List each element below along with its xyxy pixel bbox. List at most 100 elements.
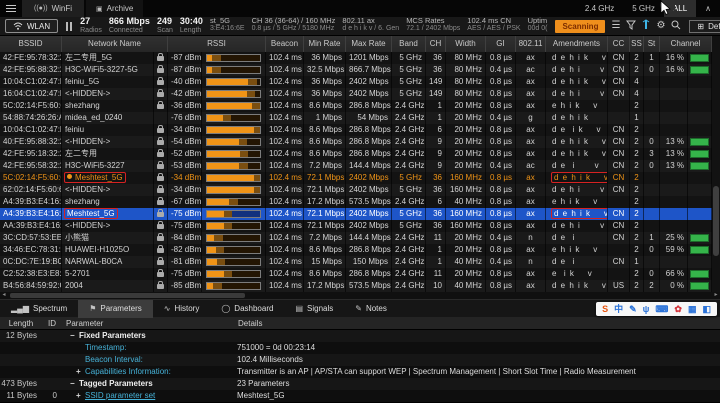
scroll-right-icon[interactable]: ▸ [712, 292, 720, 299]
column-header-802-11[interactable]: 802.11 [516, 36, 546, 52]
settings-gear-icon[interactable]: ⚙ [656, 21, 665, 31]
wlan-adapter-button[interactable]: WLAN [5, 19, 58, 33]
scrollbar-thumb[interactable] [10, 293, 245, 298]
rssi-bar [206, 126, 261, 134]
sogou-logo-icon[interactable]: S [602, 302, 608, 316]
column-header-st[interactable]: St [644, 36, 660, 52]
band-button-24ghz[interactable]: 2.4 GHz [576, 0, 623, 17]
parameter-label[interactable]: Timestamp: [85, 343, 127, 352]
tab-signals[interactable]: ▤Signals [284, 300, 344, 318]
column-header-cc[interactable]: CC [608, 36, 630, 52]
tab-dashboard[interactable]: ◯Dashboard [210, 300, 284, 318]
antenna-icon[interactable] [642, 19, 650, 33]
table-row[interactable]: 10:04:C1:02:47:F1feiniu_5G-40 dBm102.4 m… [0, 76, 712, 88]
column-header-max-rate[interactable]: Max Rate [346, 36, 392, 52]
table-row[interactable]: 16:04:C1:02:47:F1<-HIDDEN->-42 dBm102.4 … [0, 88, 712, 100]
band-button-all[interactable]: ALL [664, 0, 696, 17]
parameter-row[interactable]: Timestamp:751000 = 0d 00:23:14 [0, 342, 720, 354]
scroll-left-icon[interactable]: ◂ [0, 292, 8, 299]
table-row[interactable]: B4:56:84:59:92:CA2004-85 dBm102.4 ms17.2… [0, 280, 712, 292]
expand-icon[interactable]: + [76, 390, 85, 402]
column-header-bssid[interactable]: BSSID [0, 36, 62, 52]
parameter-label[interactable]: Capabilities Information: [85, 367, 171, 376]
rssi-bar [206, 174, 261, 182]
stations-cell [644, 208, 660, 220]
column-header-channel[interactable]: Channel [660, 36, 712, 52]
tab-parameters[interactable]: ⚑Parameters [78, 300, 153, 318]
column-header-id[interactable]: ID [42, 317, 62, 329]
table-row[interactable]: 5C:02:14:F5:60:6Cshezhang-36 dBm102.4 ms… [0, 100, 712, 112]
band-button-5ghz[interactable]: 5 GHz [623, 0, 664, 17]
more-icon[interactable]: ◧ [702, 302, 711, 316]
min-rate-cell: 1 Mbps [304, 112, 346, 124]
column-header-ss[interactable]: SS [630, 36, 644, 52]
table-row[interactable]: 10:04:C1:02:47:F0feiniu-34 dBm102.4 ms8.… [0, 124, 712, 136]
column-header-width[interactable]: Width [446, 36, 486, 52]
skin-icon[interactable]: ✿ [674, 302, 682, 316]
collapse-chevron-icon[interactable]: ∧ [696, 0, 720, 17]
table-row[interactable]: 3C:CD:57:53:EE:1A小熊猫-84 dBm102.4 ms7.2 M… [0, 232, 712, 244]
menu-icon[interactable] [0, 0, 22, 17]
parameter-row[interactable]: 473 Bytes−Tagged Parameters23 Parameters [0, 378, 720, 390]
expand-icon[interactable]: + [76, 366, 85, 378]
tab-notes[interactable]: ✎Notes [344, 300, 398, 318]
table-row[interactable]: AA:39:B3:E4:16:6E<-HIDDEN->-75 dBm102.4 … [0, 220, 712, 232]
table-row[interactable]: 42:FE:95:88:32:29H3C-WiFi5-3227-5G-87 dB… [0, 64, 712, 76]
column-header-network-name[interactable]: Network Name [62, 36, 168, 52]
table-row[interactable]: 40:FE:95:88:32:29<-HIDDEN->-54 dBm102.4 … [0, 136, 712, 148]
column-header-amendments[interactable]: Amendments [546, 36, 608, 52]
parameter-row[interactable]: Beacon Interval:102.4 Milliseconds [0, 354, 720, 366]
table-row[interactable]: 54:88:74:26:26:A9midea_ed_0240-76 dBm102… [0, 112, 712, 124]
table-row[interactable]: 42:FE:95:58:32:29H3C-WiFi5-3227-53 dBm10… [0, 160, 712, 172]
search-icon[interactable] [671, 20, 681, 33]
tab-label: Spectrum [33, 304, 67, 313]
column-header-band[interactable]: Band [392, 36, 426, 52]
column-header-gi[interactable]: GI [486, 36, 516, 52]
network-name: Meshtest_5G [65, 209, 117, 218]
country-cell: CN [608, 232, 630, 244]
table-row[interactable]: A4:39:B3:E4:16:6Fshezhang-67 dBm102.4 ms… [0, 196, 712, 208]
table-row[interactable]: 42:FE:95:78:32:29左二专用_5G-87 dBm102.4 ms3… [0, 52, 712, 64]
keyboard-icon[interactable]: ⌨ [655, 302, 668, 316]
voice-icon[interactable]: ψ [643, 302, 650, 316]
column-header-details[interactable]: Details [234, 317, 720, 329]
apps-icon[interactable]: ▦ [688, 302, 697, 316]
handwriting-icon[interactable]: ✎ [629, 302, 637, 316]
table-row[interactable]: A4:39:B3:E4:16:6EMeshtest_5G-75 dBm102.4… [0, 208, 712, 220]
tab-winfi[interactable]: ((●)) WinFi [22, 0, 84, 17]
tab-archive[interactable]: ▣ Archive [86, 0, 143, 17]
chinese-mode-icon[interactable]: 中 [614, 302, 623, 316]
table-row[interactable]: 62:02:14:F5:60:68<-HIDDEN->-34 dBm102.4 … [0, 184, 712, 196]
column-header-min-rate[interactable]: Min Rate [304, 36, 346, 52]
parameter-label[interactable]: SSID parameter set [85, 391, 155, 400]
filter-icon[interactable] [626, 20, 636, 33]
parameter-label[interactable]: Beacon Interval: [85, 355, 143, 364]
columns-icon[interactable]: ☰ [611, 21, 620, 31]
tab-spectrum[interactable]: ▂▄▆Spectrum [0, 300, 78, 318]
column-header-ch[interactable]: CH [426, 36, 446, 52]
table-row[interactable]: 0C:DC:7E:19:B0:C9NARWAL-B0CA-81 dBm102.4… [0, 256, 712, 268]
column-header-length[interactable]: Length [0, 317, 42, 329]
parameter-row[interactable]: 12 Bytes−Fixed Parameters [0, 330, 720, 342]
table-row[interactable]: C2:52:38:E3:E8:A25-2701-75 dBm102.4 ms8.… [0, 268, 712, 280]
table-row[interactable]: 5C:02:14:F5:60:68Meshtest_5G-34 dBm102.4… [0, 172, 712, 184]
collapse-icon[interactable]: − [70, 378, 79, 390]
pause-button[interactable] [64, 22, 74, 31]
horizontal-scrollbar[interactable]: ◂ ▸ [0, 292, 720, 299]
spatial-streams-cell: 2 [630, 148, 644, 160]
parameter-row[interactable]: +Capabilities Information:Transmitter is… [0, 366, 720, 378]
scanning-button[interactable]: Scanning [555, 20, 605, 33]
vertical-scrollbar[interactable] [712, 36, 720, 292]
default-view-dropdown[interactable]: ⊞ Default View [689, 20, 720, 33]
column-header-parameter[interactable]: Parameter [62, 317, 234, 329]
table-row[interactable]: 34:46:EC:78:31:5CHUAWEI-H1025O-82 dBm102… [0, 244, 712, 256]
parameter-row[interactable]: 11 Bytes0+SSID parameter setMeshtest_5G [0, 390, 720, 402]
column-header-rssi[interactable]: RSSI [168, 36, 266, 52]
column-header-beacon[interactable]: Beacon [266, 36, 304, 52]
toolbar-stat: 802.11 axd e h i k v / 6. Gen [342, 16, 399, 35]
gi-cell: 0.8 µs [486, 196, 516, 208]
table-row[interactable]: 42:FE:95:18:32:29左二专用-52 dBm102.4 ms8.6 … [0, 148, 712, 160]
band-cell: 5 GHz [392, 76, 426, 88]
tab-history[interactable]: ∿History [153, 300, 211, 318]
collapse-icon[interactable]: − [70, 330, 79, 342]
